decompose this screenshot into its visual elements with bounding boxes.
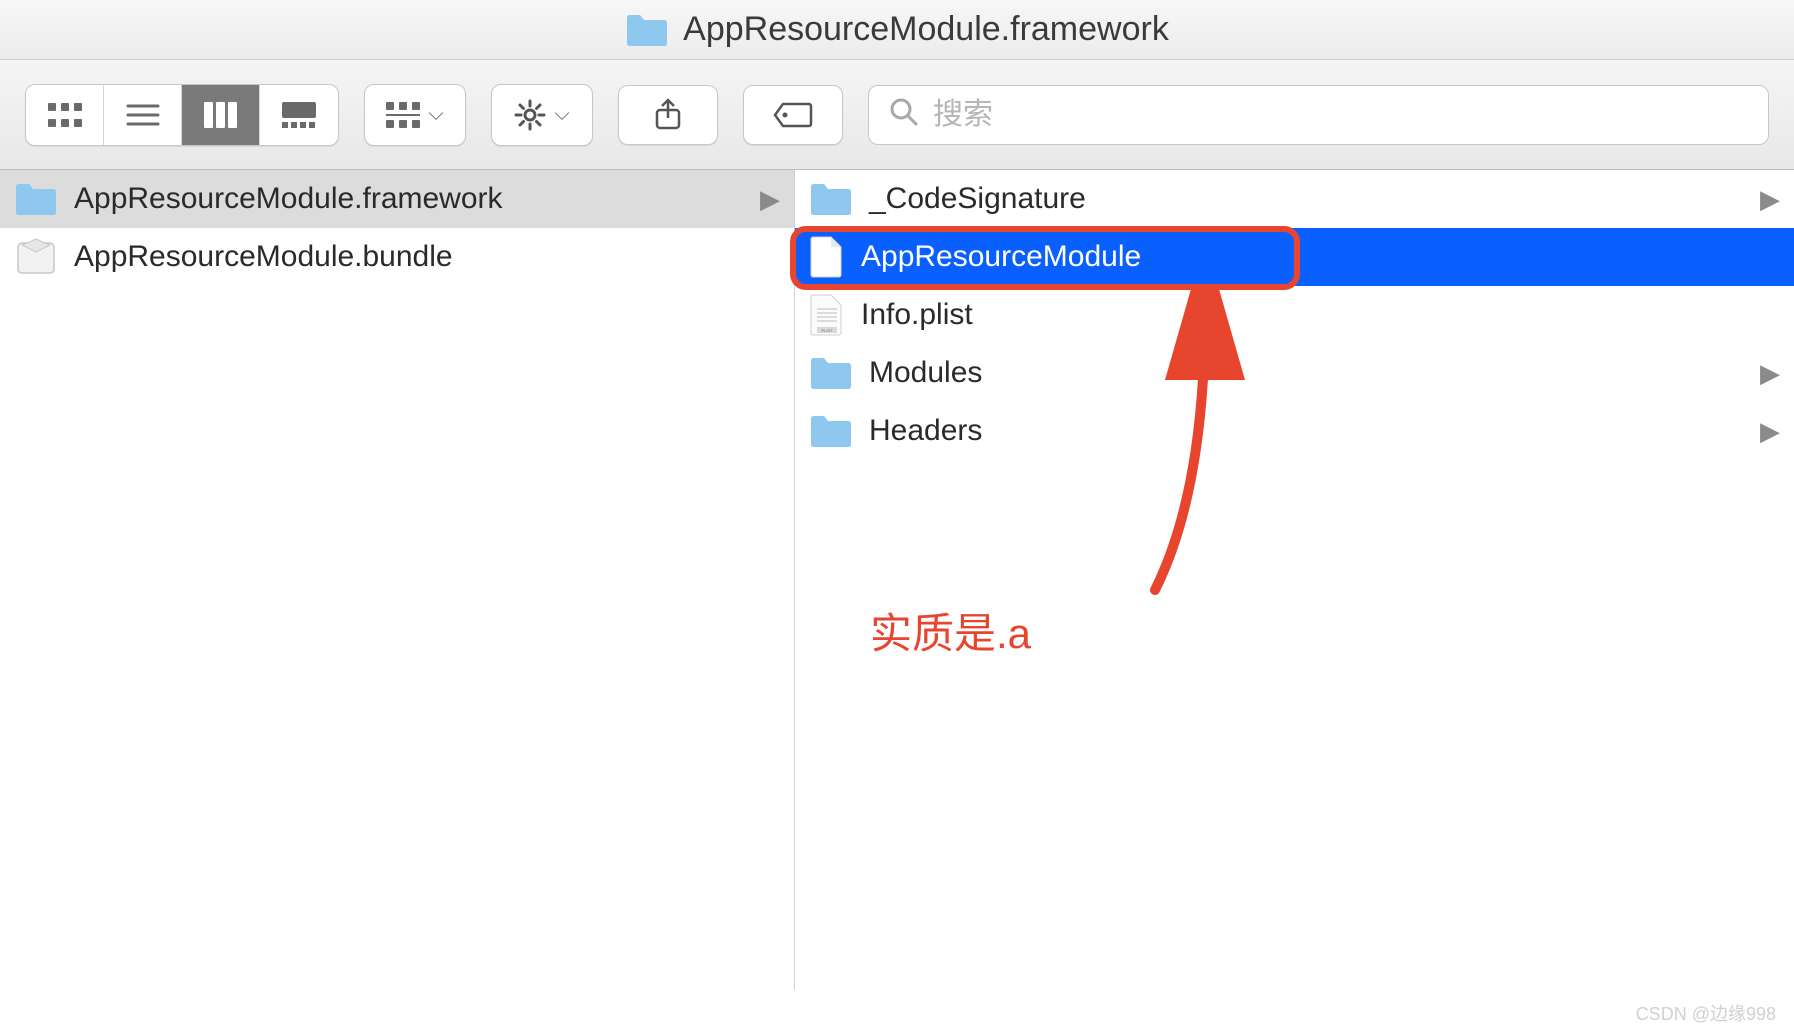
folder-icon bbox=[809, 181, 853, 217]
item-label: AppResourceModule.framework bbox=[74, 182, 503, 216]
chevron-right-icon: ▶ bbox=[1760, 416, 1780, 447]
group-by-group: ⌵ bbox=[364, 84, 466, 146]
item-label: AppResourceModule.bundle bbox=[74, 240, 453, 274]
list-item[interactable]: AppResourceModule bbox=[795, 228, 1794, 286]
folder-icon bbox=[14, 181, 58, 217]
item-label: Info.plist bbox=[861, 298, 973, 332]
chevron-right-icon: ▶ bbox=[1760, 358, 1780, 389]
plist-icon: PLIST bbox=[809, 293, 845, 337]
titlebar: AppResourceModule.framework bbox=[0, 0, 1794, 60]
action-button[interactable]: ⌵ bbox=[492, 85, 592, 145]
list-item[interactable]: PLIST Info.plist bbox=[795, 286, 1794, 344]
chevron-down-icon: ⌵ bbox=[554, 103, 569, 126]
gallery-view-button[interactable] bbox=[260, 85, 338, 145]
item-label: _CodeSignature bbox=[869, 182, 1086, 216]
view-mode-group bbox=[25, 84, 339, 146]
item-label: Modules bbox=[869, 356, 982, 390]
list-item[interactable]: AppResourceModule.bundle bbox=[0, 228, 794, 286]
list-item[interactable]: AppResourceModule.framework ▶ bbox=[0, 170, 794, 228]
folder-icon bbox=[809, 355, 853, 391]
svg-text:PLIST: PLIST bbox=[821, 328, 833, 333]
share-button[interactable] bbox=[618, 85, 718, 145]
item-label: Headers bbox=[869, 414, 982, 448]
toolbar: ⌵ ⌵ bbox=[0, 60, 1794, 170]
action-group: ⌵ bbox=[491, 84, 593, 146]
file-icon bbox=[809, 235, 845, 279]
column-view-button[interactable] bbox=[182, 85, 260, 145]
tag-button[interactable] bbox=[743, 85, 843, 145]
list-item[interactable]: Headers ▶ bbox=[795, 402, 1794, 460]
list-item[interactable]: Modules ▶ bbox=[795, 344, 1794, 402]
column-browser: AppResourceModule.framework ▶ AppResourc… bbox=[0, 170, 1794, 990]
bundle-icon bbox=[14, 235, 58, 279]
item-label: AppResourceModule bbox=[861, 240, 1141, 274]
chevron-right-icon: ▶ bbox=[760, 184, 780, 215]
list-view-button[interactable] bbox=[104, 85, 182, 145]
folder-icon bbox=[809, 413, 853, 449]
search-input[interactable] bbox=[933, 98, 1748, 132]
list-item[interactable]: _CodeSignature ▶ bbox=[795, 170, 1794, 228]
chevron-right-icon: ▶ bbox=[1760, 184, 1780, 215]
chevron-down-icon: ⌵ bbox=[428, 103, 443, 126]
window-title: AppResourceModule.framework bbox=[683, 10, 1169, 49]
icon-view-button[interactable] bbox=[26, 85, 104, 145]
folder-icon bbox=[625, 12, 669, 48]
group-by-button[interactable]: ⌵ bbox=[365, 85, 465, 145]
watermark: CSDN @边缘998 bbox=[1636, 1000, 1776, 1026]
column-1: AppResourceModule.framework ▶ AppResourc… bbox=[0, 170, 795, 990]
search-icon bbox=[889, 97, 919, 132]
search-box[interactable] bbox=[868, 85, 1769, 145]
column-2: _CodeSignature ▶ AppResourceModule PLIST… bbox=[795, 170, 1794, 990]
